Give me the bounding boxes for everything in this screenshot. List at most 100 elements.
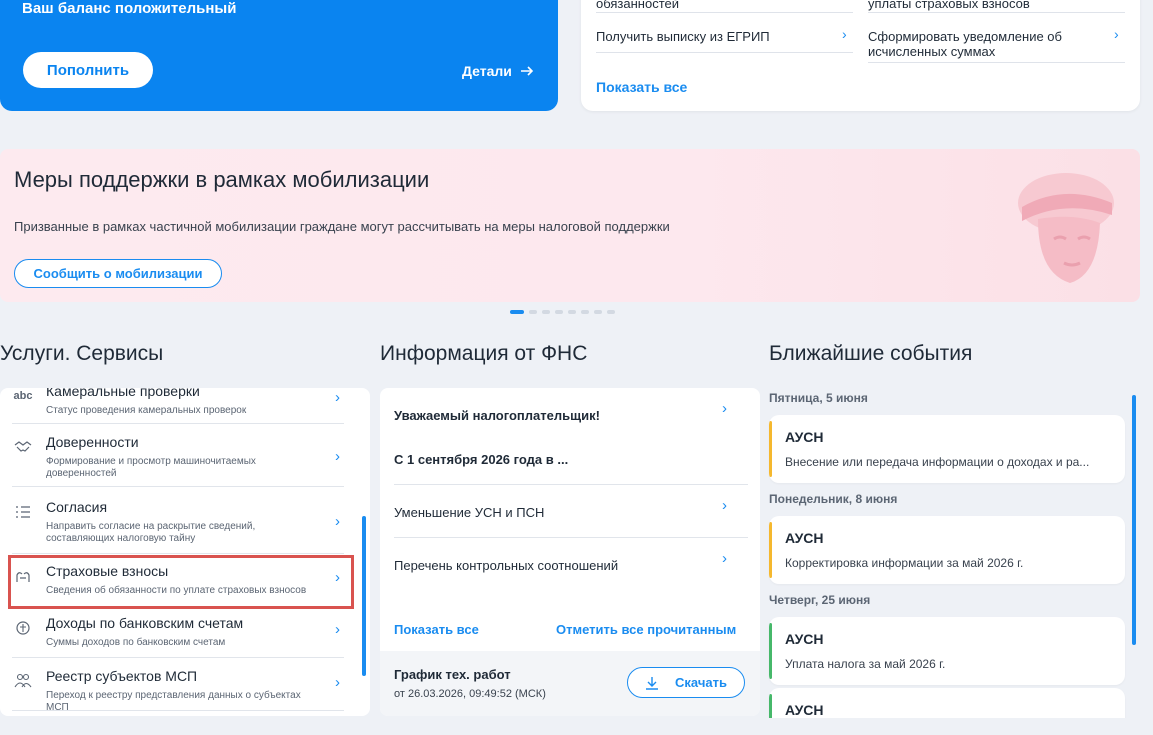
service-subtitle: Направить согласие на раскрытие сведений… — [46, 521, 256, 544]
maintenance-date: от 26.03.2026, 09:49:52 (МСК) — [394, 688, 546, 700]
details-link[interactable]: Детали — [462, 63, 534, 79]
soldier-illustration-icon — [1018, 173, 1114, 283]
banner-title: Меры поддержки в рамках мобилизации — [14, 167, 430, 192]
report-mobilization-button[interactable]: Сообщить о мобилизации — [14, 259, 222, 288]
carousel-dots — [510, 310, 615, 314]
coins-icon — [14, 619, 32, 637]
events-scrollbar[interactable] — [1132, 395, 1136, 645]
divider — [12, 423, 344, 424]
carousel-dot[interactable] — [542, 310, 550, 314]
fns-info-panel: Уважаемый налогоплательщик! › С 1 сентяб… — [380, 388, 760, 716]
download-button[interactable]: Скачать — [627, 667, 745, 698]
carousel-dot[interactable] — [607, 310, 615, 314]
carousel-dot[interactable] — [529, 310, 537, 314]
service-item[interactable]: Доходы по банковским счетам Суммы доходо… — [8, 615, 344, 658]
checklist-icon — [14, 503, 32, 521]
people-icon — [14, 672, 32, 690]
event-subtitle: Уплата налога за май 2026 г. — [785, 657, 946, 671]
chevron-right-icon[interactable]: › — [1114, 26, 1119, 42]
service-item[interactable]: Согласия Направить согласие на раскрытие… — [8, 499, 344, 554]
event-subtitle: Внесение или передача информации о доход… — [785, 455, 1090, 469]
mobilization-banner: Меры поддержки в рамках мобилизации Приз… — [0, 149, 1140, 302]
divider — [12, 486, 344, 487]
chevron-right-icon[interactable]: › — [842, 26, 847, 42]
event-card[interactable]: АУСН Внесение или передача информации о … — [769, 415, 1125, 483]
event-day: Пятница, 5 июня — [769, 391, 868, 405]
news-item-text[interactable]: С 1 сентября 2026 года в ... — [394, 452, 748, 467]
service-title: Доверенности — [46, 434, 139, 450]
carousel-dot[interactable] — [594, 310, 602, 314]
chevron-right-icon: › — [335, 621, 340, 638]
service-link[interactable]: Сформировать уведомление об исчисленных … — [868, 29, 1088, 59]
show-all-news-link[interactable]: Показать все — [394, 622, 479, 637]
chevron-right-icon: › — [335, 674, 340, 691]
banner-text: Призванные в рамках частичной мобилизаци… — [14, 219, 670, 234]
balance-status: Ваш баланс положительный — [22, 0, 237, 17]
service-subtitle: Статус проведения камеральных проверок — [46, 405, 247, 416]
news-item-title[interactable]: Уважаемый налогоплательщик! — [394, 408, 748, 423]
news-item[interactable]: Уменьшение УСН и ПСН — [394, 505, 748, 520]
abc-icon: abc — [13, 390, 33, 402]
event-color-bar — [769, 421, 772, 477]
carousel-dot[interactable] — [510, 310, 524, 314]
events-panel: Пятница, 5 июня АУСН Внесение или переда… — [766, 388, 1136, 718]
carousel-dot[interactable] — [581, 310, 589, 314]
maintenance-footer: График тех. работ от 26.03.2026, 09:49:5… — [380, 651, 760, 716]
balance-card: Ваш баланс положительный Пополнить Детал… — [0, 0, 558, 111]
fns-section-title: Информация от ФНС — [380, 342, 588, 365]
services-panel: abc Камеральные проверки Статус проведен… — [0, 388, 370, 716]
event-subtitle: Корректировка информации за май 2026 г. — [785, 556, 1024, 570]
services-scrollbar[interactable] — [362, 516, 366, 676]
chevron-right-icon[interactable]: › — [722, 550, 727, 567]
chevron-right-icon[interactable]: › — [722, 400, 727, 417]
service-title: Камеральные проверки — [46, 388, 200, 399]
divider — [394, 484, 748, 485]
maintenance-title: График тех. работ — [394, 667, 511, 682]
service-title: Согласия — [46, 499, 108, 515]
divider — [12, 553, 344, 554]
service-title: Реестр субъектов МСП — [46, 668, 198, 684]
divider — [868, 62, 1125, 63]
chevron-right-icon[interactable]: › — [722, 497, 727, 514]
service-item[interactable]: Доверенности Формирование и просмотр маш… — [8, 434, 344, 487]
event-card[interactable]: АУСН Корректировка информации за май 202… — [769, 516, 1125, 584]
service-subtitle: Формирование и просмотр машиночитаемых д… — [46, 456, 256, 479]
divider — [868, 12, 1125, 13]
arrow-right-icon — [520, 66, 534, 76]
event-color-bar — [769, 694, 772, 718]
event-card[interactable]: АУСН Уплата налога за май 2026 г. — [769, 617, 1125, 685]
event-day: Понедельник, 8 июня — [769, 492, 898, 506]
service-subtitle: Суммы доходов по банковским счетам — [46, 637, 226, 648]
service-link[interactable]: уплаты страховых взносов — [868, 0, 1030, 11]
service-link[interactable]: Получить выписку из ЕГРИП — [596, 29, 770, 44]
download-icon — [646, 676, 659, 690]
carousel-dot[interactable] — [568, 310, 576, 314]
details-label: Детали — [462, 63, 512, 79]
handshake-icon — [14, 438, 32, 456]
services-section-title: Услуги. Сервисы — [0, 342, 164, 365]
download-label: Скачать — [675, 675, 727, 690]
divider — [596, 52, 853, 53]
divider — [12, 710, 344, 711]
divider — [12, 657, 344, 658]
service-title: Доходы по банковским счетам — [46, 615, 244, 631]
selection-highlight — [8, 555, 354, 609]
event-title: АУСН — [785, 702, 824, 718]
chevron-right-icon: › — [335, 448, 340, 465]
service-item[interactable]: Реестр субъектов МСП Переход к реестру п… — [8, 668, 344, 713]
carousel-dot[interactable] — [555, 310, 563, 314]
quick-services-card: обязанностей уплаты страховых взносов По… — [581, 0, 1140, 111]
divider — [394, 537, 748, 538]
service-item[interactable]: abc Камеральные проверки Статус проведен… — [8, 388, 344, 424]
show-all-link[interactable]: Показать все — [596, 79, 687, 95]
service-link[interactable]: обязанностей — [596, 0, 679, 11]
event-title: АУСН — [785, 429, 824, 445]
event-color-bar — [769, 522, 772, 578]
chevron-right-icon: › — [335, 389, 340, 406]
news-item[interactable]: Перечень контрольных соотношений — [394, 558, 748, 573]
divider — [596, 12, 853, 13]
events-section-title: Ближайшие события — [769, 342, 973, 365]
topup-button[interactable]: Пополнить — [23, 52, 153, 88]
mark-all-read-link[interactable]: Отметить все прочитанным — [556, 622, 736, 637]
event-card[interactable]: АУСН — [769, 688, 1125, 718]
